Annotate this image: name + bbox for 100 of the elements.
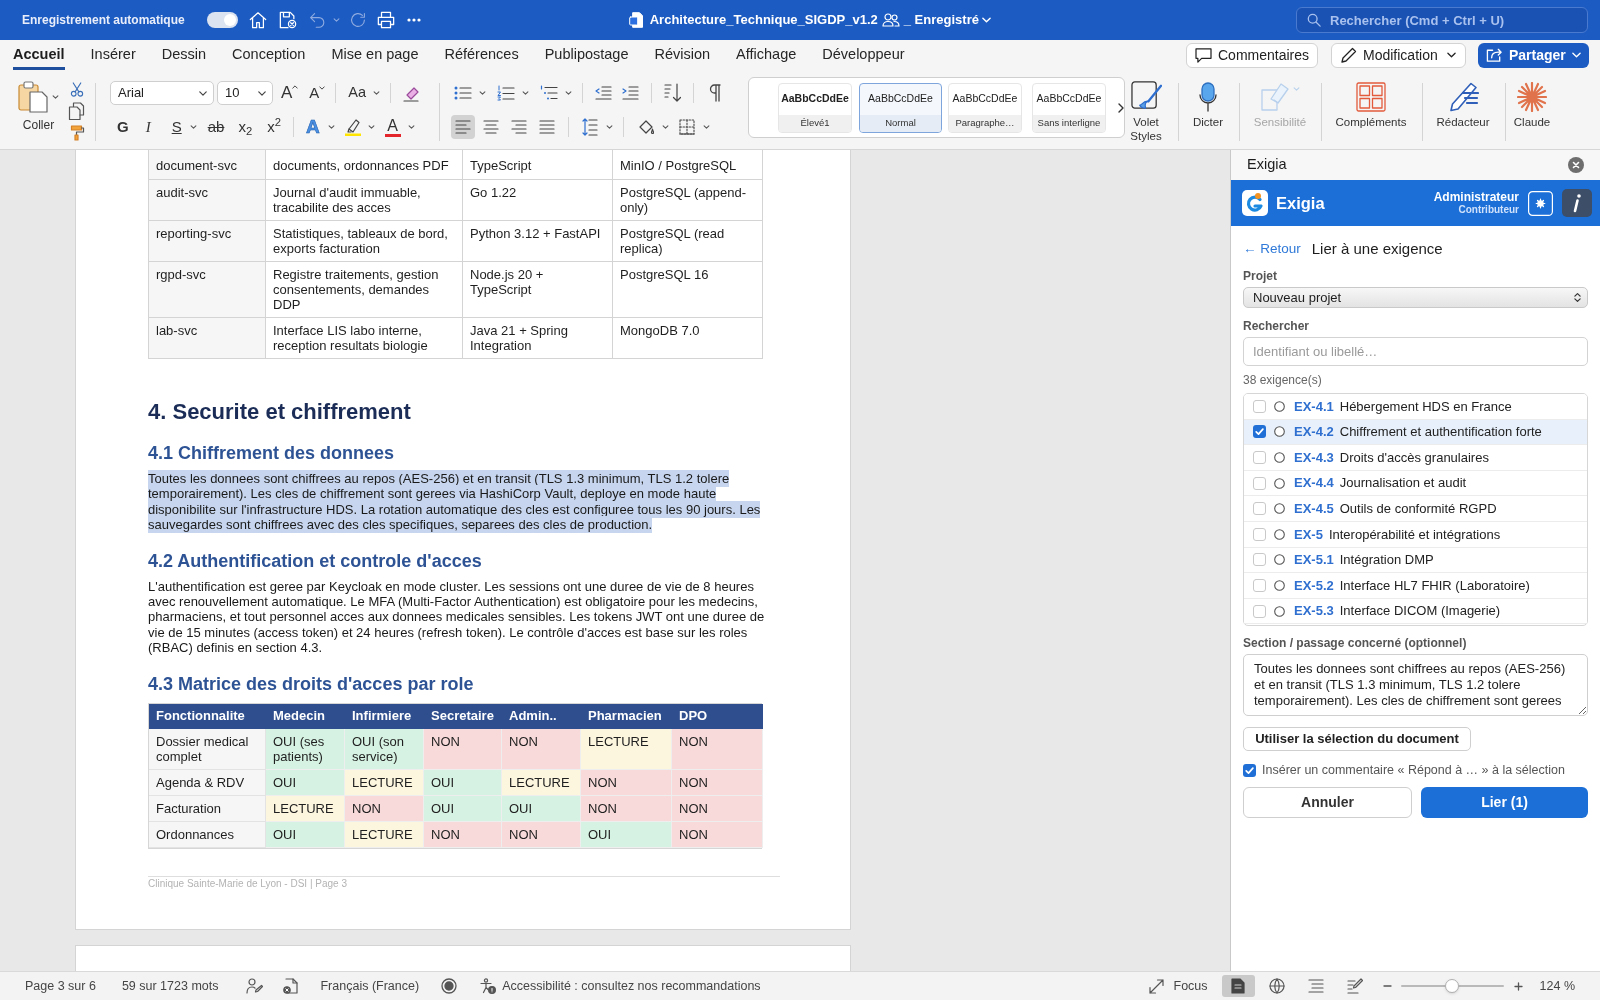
caret-down-icon[interactable] — [703, 125, 710, 129]
back-link[interactable]: ← Retour — [1243, 238, 1301, 260]
chevron-right-icon[interactable] — [1118, 102, 1124, 113]
checkbox[interactable] — [1243, 763, 1256, 777]
radio-button[interactable] — [1274, 452, 1285, 463]
radio-button[interactable] — [1274, 579, 1285, 591]
use-selection-button[interactable]: Utiliser la sélection du document — [1243, 727, 1471, 751]
language[interactable]: Français (France) — [320, 976, 420, 996]
style-tile[interactable]: AaBbCcDdEe Paragraphe… — [948, 82, 1022, 133]
caret-down-icon[interactable] — [189, 125, 197, 129]
requirement-row[interactable]: EX-4.2 Chiffrement et authentification forte — [1244, 419, 1587, 446]
ribbon-tab[interactable]: Publipostage — [544, 40, 629, 70]
autosave-toggle[interactable] — [206, 12, 238, 28]
caret-down-icon[interactable] — [522, 91, 529, 95]
ribbon-tab[interactable]: Révision — [654, 40, 711, 70]
document-icon[interactable] — [283, 978, 299, 994]
increase-indent-icon[interactable] — [622, 86, 639, 100]
bold-button[interactable]: G — [117, 117, 129, 137]
link-button[interactable]: Lier (1) — [1421, 787, 1588, 818]
caret-down-icon[interactable] — [565, 91, 572, 95]
comments-button[interactable]: Commentaires — [1186, 42, 1318, 68]
caret-down-icon[interactable] — [327, 125, 335, 129]
scissors-icon[interactable] — [69, 82, 84, 97]
font-size-select[interactable]: 10 — [217, 81, 273, 105]
requirement-row[interactable]: EX-4.1 Hébergement HDS en France — [1244, 394, 1587, 420]
save-icon[interactable] — [278, 11, 297, 29]
record-icon[interactable] — [441, 978, 458, 994]
accessibility-icon[interactable] — [480, 978, 497, 994]
info-icon[interactable] — [1562, 189, 1592, 217]
word-count[interactable]: 59 sur 1723 mots — [121, 976, 219, 996]
multilevel-list-icon[interactable] — [540, 85, 558, 101]
checkbox[interactable] — [1253, 451, 1266, 464]
ribbon-tab[interactable]: Dessin — [161, 40, 207, 70]
ribbon-tab[interactable]: Affichage — [736, 40, 797, 70]
plus-icon[interactable] — [1513, 981, 1523, 991]
more-icon[interactable] — [406, 18, 421, 22]
print-layout-button[interactable] — [1221, 975, 1255, 997]
checkbox[interactable] — [1253, 476, 1266, 490]
caret-down-icon[interactable] — [407, 125, 415, 129]
focus-mode[interactable]: Focus — [1173, 976, 1208, 996]
ribbon-tab[interactable]: Mise en page — [331, 40, 419, 70]
style-tile[interactable]: AaBbCcDdEe Élevé1 — [778, 82, 852, 133]
checkbox[interactable] — [1253, 502, 1266, 516]
subscript-button[interactable]: x$_{2}$ — [238, 117, 253, 137]
minus-icon[interactable] — [1382, 985, 1392, 987]
checkbox[interactable] — [1253, 425, 1266, 439]
change-case-button[interactable]: Aa — [348, 82, 381, 104]
ribbon-tab[interactable]: Conception — [232, 40, 306, 70]
radio-button[interactable] — [1274, 528, 1285, 540]
ribbon-command-button[interactable]: Rédacteur — [1431, 81, 1495, 129]
superscript-button[interactable]: x$^{2}$ — [267, 117, 281, 137]
ribbon-tab[interactable]: Références — [444, 40, 519, 70]
person-pencil-icon[interactable] — [246, 978, 264, 994]
align-left-button[interactable] — [451, 115, 475, 139]
zoom-level[interactable]: 124 % — [1539, 976, 1575, 996]
checkbox[interactable] — [1253, 527, 1266, 541]
settings-icon[interactable] — [1528, 190, 1553, 216]
radio-button[interactable] — [1274, 426, 1285, 438]
sort-icon[interactable] — [663, 83, 681, 103]
section-textarea[interactable]: Toutes les donnees sont chiffrees au repos (AES-256) et en transit (TLS 1.3 minimum, TLS 1.2 tolere temporairement). Les cles de chiffrement sont gerees — [1243, 654, 1588, 716]
document-title[interactable]: Architecture_Technique_SIGDP_v1.2 — [649, 10, 878, 30]
share-button[interactable]: Partager — [1478, 42, 1589, 68]
paste-button[interactable]: Coller — [18, 81, 59, 132]
underline-button[interactable]: S — [171, 117, 182, 137]
caret-down-icon[interactable] — [332, 18, 340, 22]
ribbon-command-button[interactable]: Compléments — [1330, 81, 1412, 129]
copy-icon[interactable] — [68, 102, 85, 120]
ribbon-command-button[interactable]: Claude — [1512, 81, 1552, 129]
numbered-list-icon[interactable] — [497, 85, 515, 101]
ribbon-tab[interactable]: Développeur — [822, 40, 905, 70]
caret-down-icon[interactable] — [606, 125, 613, 129]
zoom-slider-thumb[interactable] — [1445, 979, 1460, 993]
accessibility-status[interactable]: Accessibilité : consultez nos recommandations — [502, 976, 761, 996]
home-icon[interactable] — [248, 11, 267, 29]
radio-button[interactable] — [1274, 477, 1285, 489]
checkbox[interactable] — [1253, 399, 1266, 413]
strikethrough-button[interactable]: ab — [207, 117, 225, 137]
cancel-button[interactable]: Annuler — [1243, 787, 1412, 818]
paint-brush-icon[interactable] — [68, 125, 85, 141]
checkbox[interactable] — [1253, 553, 1266, 567]
line-spacing-icon[interactable] — [582, 118, 598, 136]
font-color-button[interactable]: A — [384, 117, 401, 137]
caret-down-icon[interactable] — [479, 91, 486, 95]
style-tile[interactable]: AaBbCcDdEe Sans interligne — [1032, 82, 1106, 133]
caret-down-icon[interactable] — [52, 95, 59, 99]
expand-icon[interactable] — [1148, 978, 1164, 994]
highlighter-icon[interactable] — [343, 118, 362, 136]
radio-button[interactable] — [1274, 400, 1285, 412]
caret-down-icon[interactable] — [367, 125, 375, 129]
paint-bucket-icon[interactable] — [638, 119, 654, 135]
search-input[interactable]: Identifiant ou libellé… — [1243, 337, 1588, 366]
search-field[interactable]: Rechercher (Cmd + Ctrl + U) — [1296, 7, 1588, 33]
radio-button[interactable] — [1274, 554, 1285, 566]
page-count[interactable]: Page 3 sur 6 — [25, 976, 96, 996]
ribbon-tab[interactable]: Insérer — [90, 40, 136, 70]
borders-icon[interactable] — [679, 119, 695, 135]
chevron-down-icon[interactable] — [981, 17, 991, 23]
caret-down-icon[interactable] — [373, 91, 381, 95]
zoom-slider-track[interactable] — [1400, 979, 1504, 993]
shrink-font-button[interactable]: A — [309, 83, 326, 103]
